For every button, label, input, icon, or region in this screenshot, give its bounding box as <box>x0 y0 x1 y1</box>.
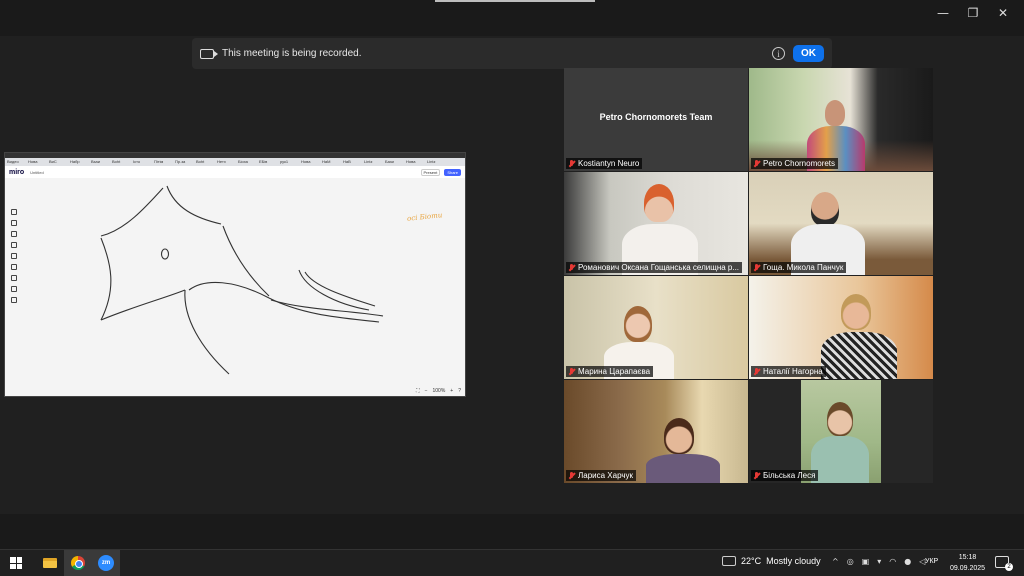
clock[interactable]: 15:18 09.09.2025 <box>950 552 985 574</box>
participant-name: Гоща. Микола Панчук <box>751 262 847 273</box>
headset-icon[interactable]: ◎ <box>847 557 854 566</box>
mic-muted-icon <box>753 263 760 272</box>
time: 15:18 <box>958 554 977 561</box>
participant-tile[interactable]: Гоща. Микола Панчук <box>749 172 933 275</box>
browser-tab[interactable]: НаВ <box>343 158 363 166</box>
browser-tab[interactable]: Lintz <box>427 158 447 166</box>
mic-muted-icon <box>568 263 575 272</box>
zoom-level: 100% <box>432 388 446 394</box>
window-top-indicator <box>435 0 595 2</box>
participant-tile[interactable]: Романович Оксана Гощанська селищна р... <box>564 172 748 275</box>
zoom-app-icon: zm <box>98 555 114 571</box>
share-button[interactable]: Share <box>444 168 461 176</box>
browser-tab[interactable]: Boht <box>196 158 216 166</box>
participant-name: Лариса Харчук <box>566 470 637 481</box>
windows-logo-icon <box>10 557 22 569</box>
browser-tab[interactable]: Lintz <box>364 158 384 166</box>
browser-tab[interactable]: Біоха <box>238 158 258 166</box>
participant-tile[interactable]: Лариса Харчук <box>564 380 748 483</box>
browser-tab[interactable]: ЕБів <box>259 158 279 166</box>
browser-tab[interactable]: Пр.за <box>175 158 195 166</box>
weather-widget[interactable]: 22°C Mostly cloudy <box>722 556 821 566</box>
mic-muted-icon <box>568 471 575 480</box>
browser-tab[interactable]: Видео <box>7 158 27 166</box>
notification-icon[interactable]: 2 <box>995 556 1013 571</box>
folder-icon <box>43 558 57 568</box>
participant-tile[interactable]: Наталії Нагорна <box>749 276 933 379</box>
zoom-app-button[interactable]: zm <box>92 550 120 576</box>
browser-tab[interactable]: Істо <box>133 158 153 166</box>
system-tray: ^ ◎ ▣ ▾ ◠ ● ◁ <box>832 557 925 566</box>
neuron-drawing <box>100 185 384 375</box>
notification-count: 2 <box>1005 563 1013 571</box>
windows-taskbar: zm 22°C Mostly cloudy ^ ◎ ▣ ▾ ◠ ● ◁ УКР … <box>0 549 1024 576</box>
browser-tab[interactable]: Нова <box>301 158 321 166</box>
participant-name: Наталії Нагорна <box>751 366 826 377</box>
weather-icon <box>722 556 736 566</box>
browser-tab[interactable]: Boht <box>112 158 132 166</box>
browser-tab[interactable]: ВиС <box>49 158 69 166</box>
participant-name: Kostiantyn Neuro <box>566 158 643 169</box>
participant-tile-active[interactable]: Petro Chornomorets <box>749 68 933 171</box>
window-controls: — ❐ ✕ <box>928 4 1018 22</box>
participant-name: Більська Леся <box>751 470 819 481</box>
browser-tab[interactable]: Нова <box>406 158 426 166</box>
browser-tab[interactable]: НаМ <box>322 158 342 166</box>
close-button[interactable]: ✕ <box>988 4 1018 22</box>
participant-tile[interactable]: Марина Царапаєва <box>564 276 748 379</box>
browser-tabs: Видео Нова ВиС Набр Взаи Boht Істо Пітім Пр.за Bo… <box>5 158 465 166</box>
browser-tab[interactable]: Нова <box>28 158 48 166</box>
zoom-controls: ⛶ − 100% + ? <box>416 388 461 394</box>
zoom-in-button[interactable]: + <box>450 388 453 394</box>
chrome-icon <box>71 556 85 570</box>
present-button[interactable]: Present <box>420 168 441 176</box>
miro-toolbar: miro Untitled Present Share <box>5 166 465 178</box>
participant-tile[interactable]: Більська Леся <box>749 380 933 483</box>
chevron-up-icon[interactable]: ^ <box>832 557 839 566</box>
microphone-icon[interactable]: ● <box>904 557 911 566</box>
ok-button[interactable]: OK <box>793 45 824 62</box>
chrome-button[interactable] <box>64 550 92 576</box>
network-icon[interactable]: ▾ <box>877 557 881 566</box>
team-label: Petro Chornomorets Team <box>599 112 713 122</box>
wifi-icon[interactable]: ◠ <box>889 557 896 566</box>
date: 09.09.2025 <box>950 565 986 572</box>
mic-muted-icon <box>753 159 760 168</box>
participant-name: Марина Царапаєва <box>566 366 654 377</box>
mic-muted-icon <box>753 471 760 480</box>
browser-tab[interactable]: Пітім <box>154 158 174 166</box>
browser-tab[interactable]: рук1 <box>280 158 300 166</box>
browser-tab[interactable]: Взаи <box>91 158 111 166</box>
temperature: 22°C <box>741 556 762 566</box>
miro-logo: miro <box>9 168 25 176</box>
language-indicator[interactable]: УКР <box>925 558 938 565</box>
zoom-window: — ❐ ✕ This meeting is being recorded. i … <box>0 0 1024 576</box>
participant-name: Petro Chornomorets <box>751 158 839 169</box>
camera-icon[interactable]: ▣ <box>862 557 870 566</box>
recording-message: This meeting is being recorded. <box>222 48 362 59</box>
file-explorer-button[interactable] <box>36 550 64 576</box>
browser-tab[interactable]: Бази <box>385 158 405 166</box>
restore-button[interactable]: ❐ <box>958 4 988 22</box>
mic-muted-icon <box>568 367 575 376</box>
browser-tab[interactable]: Нетх <box>217 158 237 166</box>
participant-gallery: Petro Chornomorets Team Kostiantyn Neuro… <box>564 68 933 483</box>
start-button[interactable] <box>2 550 30 576</box>
recording-camera-icon <box>200 48 218 59</box>
info-icon[interactable]: i <box>772 47 785 60</box>
fit-icon[interactable]: ⛶ <box>416 388 420 394</box>
participant-name: Романович Оксана Гощанська селищна р... <box>566 262 743 273</box>
shared-screen[interactable]: Видео Нова ВиС Набр Взаи Boht Істо Пітім Пр.за Bo… <box>4 152 466 397</box>
zoom-out-button[interactable]: − <box>425 388 428 394</box>
board-title[interactable]: Untitled <box>30 170 44 175</box>
minimize-button[interactable]: — <box>928 4 958 22</box>
mic-muted-icon <box>568 159 575 168</box>
recording-banner: This meeting is being recorded. i OK <box>192 38 832 69</box>
participant-tile[interactable]: Petro Chornomorets Team Kostiantyn Neuro <box>564 68 748 171</box>
help-icon[interactable]: ? <box>458 388 461 394</box>
browser-tab[interactable]: Набр <box>70 158 90 166</box>
weather-condition: Mostly cloudy <box>766 556 821 566</box>
mic-muted-icon <box>753 367 760 376</box>
